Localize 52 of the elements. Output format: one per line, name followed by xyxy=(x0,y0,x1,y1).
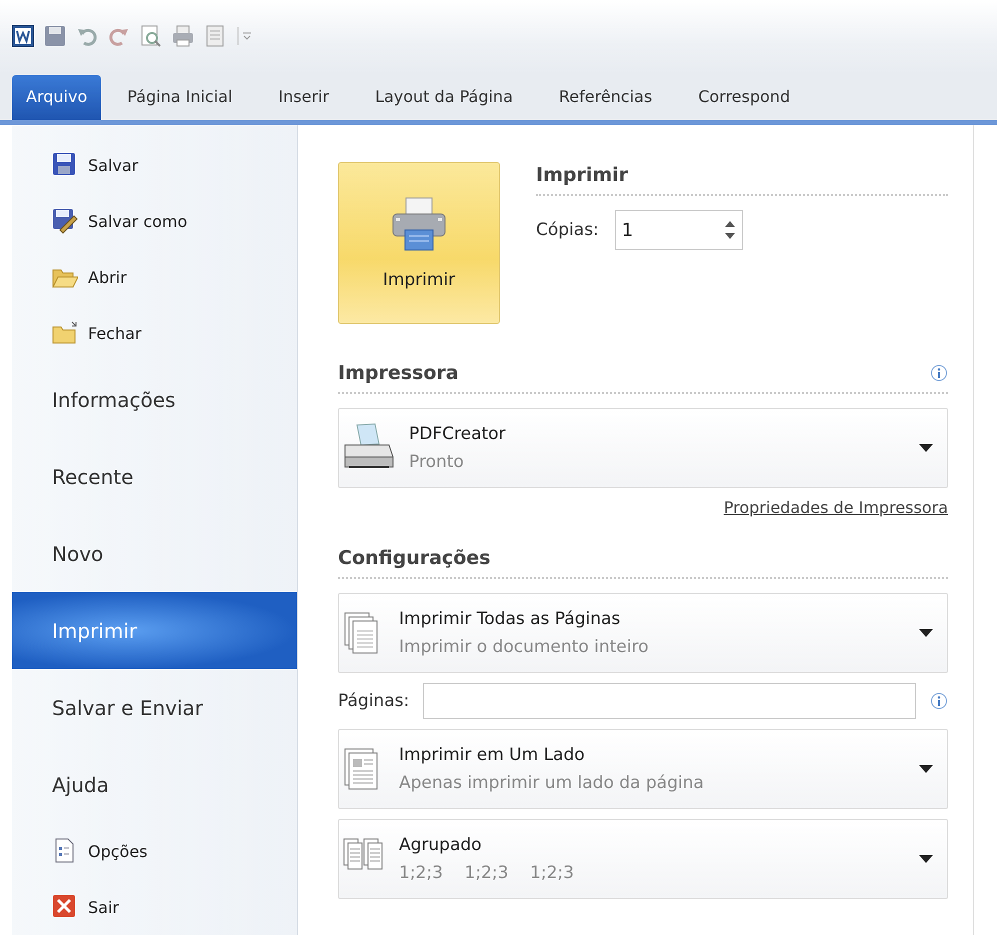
dropdown[interactable]: Imprimir Todas as Páginas Imprimir o documento inteiro xyxy=(338,593,948,673)
copies-label: Cópias: xyxy=(536,220,599,240)
printer-icon[interactable] xyxy=(172,25,194,47)
section-heading: Configurações xyxy=(338,547,490,569)
menu-tab[interactable]: Informações xyxy=(12,361,297,438)
dropdown-title: Imprimir em Um Lado xyxy=(399,745,586,765)
ribbon-tab[interactable]: Correspond xyxy=(678,75,810,120)
dropdown-subtitle: Pronto xyxy=(409,452,465,472)
ribbon-tab[interactable]: Arquivo xyxy=(12,75,102,120)
ribbon-tab[interactable]: Inserir xyxy=(258,75,350,120)
folder-icon xyxy=(52,320,78,346)
menu-item[interactable]: Fechar xyxy=(12,305,297,361)
caret-icon xyxy=(919,444,933,452)
menu-item[interactable]: Opções xyxy=(12,823,297,879)
dropdown[interactable]: Imprimir em Um Lado Apenas imprimir um lado da página xyxy=(338,729,948,809)
dropdown-subtitle: 1;2;3 1;2;3 1;2;3 xyxy=(399,863,575,883)
info-icon xyxy=(930,364,948,382)
pages-input-field[interactable] xyxy=(423,683,916,719)
caret-icon xyxy=(919,765,933,773)
menu-item[interactable]: Salvar xyxy=(12,137,297,193)
section-heading: Imprimir xyxy=(536,164,948,196)
ribbon-tab[interactable]: Referências xyxy=(538,75,672,120)
menu-tab[interactable]: Salvar e Enviar xyxy=(12,669,297,746)
menu-tab[interactable]: Novo xyxy=(12,515,297,592)
menu-tab[interactable]: Ajuda xyxy=(12,746,297,823)
spin-arrows-icon xyxy=(724,219,736,241)
section-heading: Impressora xyxy=(338,362,459,384)
dropdown-title: Imprimir Todas as Páginas xyxy=(399,609,622,629)
dropdown[interactable]: PDFCreator Pronto xyxy=(338,408,948,488)
close-icon xyxy=(52,894,78,920)
info-icon xyxy=(930,692,948,710)
menu-item[interactable]: Sair xyxy=(12,879,297,935)
dropdown-subtitle: Imprimir o documento inteiro xyxy=(399,637,650,657)
dropdown-title: PDFCreator xyxy=(409,424,507,444)
pages-label: Páginas: xyxy=(338,691,410,711)
menu-item[interactable]: Salvar como xyxy=(12,193,297,249)
dropdown-subtitle: Apenas imprimir um lado da página xyxy=(399,773,705,793)
ribbon-tab[interactable]: Layout da Página xyxy=(355,75,533,120)
printer-properties-link[interactable]: Propriedades de Impressora xyxy=(724,498,948,517)
word-logo-icon[interactable] xyxy=(12,25,34,47)
menu-item[interactable]: Abrir xyxy=(12,249,297,305)
dropdown[interactable]: Agrupado 1;2;3 1;2;3 1;2;3 xyxy=(338,819,948,899)
floppy-pencil-icon xyxy=(52,208,78,234)
print-preview-icon[interactable] xyxy=(140,25,162,47)
caret-icon xyxy=(919,629,933,637)
dropdown-title: Agrupado xyxy=(399,835,483,855)
document-icon[interactable] xyxy=(204,25,226,47)
print-button[interactable]: Imprimir xyxy=(338,162,500,324)
menu-tab[interactable]: Recente xyxy=(12,438,297,515)
copies-spinner[interactable]: 1 xyxy=(614,210,743,250)
caret-icon xyxy=(919,855,933,863)
ribbon-tab[interactable]: Página Inicial xyxy=(107,75,252,120)
